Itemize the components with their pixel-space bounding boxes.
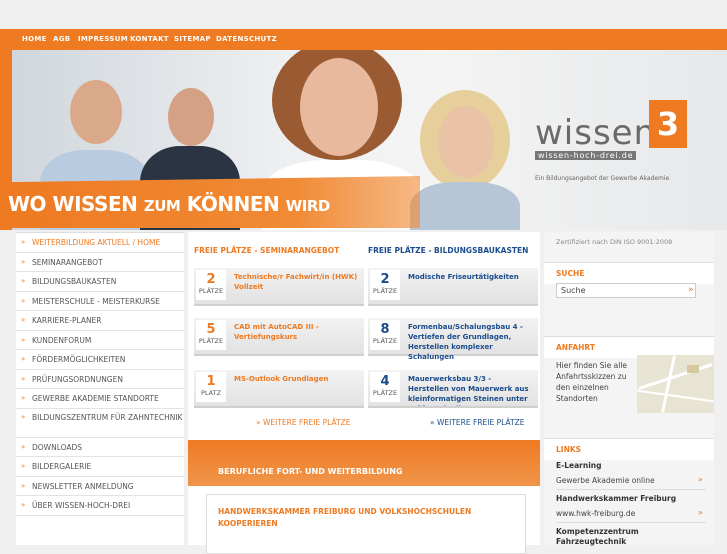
search-input[interactable] (556, 283, 696, 298)
link-hwk-label[interactable]: Handwerkskammer Freiburg (556, 494, 676, 503)
link-elearning-label[interactable]: E-Learning (556, 461, 601, 470)
seats-badge: 2 PLÄTZE (370, 270, 400, 300)
anfahrt-heading: ANFAHRT (556, 343, 595, 352)
nav-item-ueber[interactable]: » ÜBER WISSEN-HOCH-DREI (16, 496, 184, 516)
divider (556, 522, 706, 523)
double-chevron-right-icon: » (21, 355, 26, 363)
nav-item-bildungsbaukasten[interactable]: » BILDUNGSBAUKASTEN (16, 272, 184, 292)
seats-badge: 4 PLÄTZE (370, 372, 400, 402)
seats-badge: 8 PLÄTZE (370, 320, 400, 350)
double-chevron-right-icon: » (21, 442, 26, 451)
double-chevron-right-icon: » (21, 316, 26, 324)
logo-mark: 3 (649, 100, 687, 148)
logo-wordmark[interactable]: wissen (535, 113, 656, 153)
anfahrt-text[interactable]: Hier finden Sie alle Anfahrtsskizzen zu … (556, 360, 640, 404)
baukasten-tile[interactable]: 8 PLÄTZE Formenbau/Schalungsbau 4 - Verti… (368, 318, 538, 361)
nav-item-foerdermoeglichkeiten[interactable]: » FÖRDERMÖGLICHKEITEN (16, 350, 184, 370)
nav-item-kundenforum[interactable]: » KUNDENFORUM (16, 331, 184, 350)
double-chevron-right-icon: » (21, 257, 26, 266)
double-chevron-right-icon: » (21, 277, 26, 285)
seminar-tile[interactable]: 5 PLÄTZE CAD mit AutoCAD III - Vertiefung… (194, 318, 364, 356)
tile-title: Mauerwerksbau 3/3 - Herstellen von Mauer… (408, 375, 529, 406)
search-submit-icon[interactable]: » (688, 285, 694, 295)
links-heading-bar: LINKS (544, 438, 714, 460)
double-chevron-right-icon: » (21, 374, 26, 383)
top-nav: HOME AGB IMPRESSUM KONTAKT SITEMAP DATEN… (0, 29, 727, 50)
nav-item-home[interactable]: » WEITERBILDUNG AKTUELL / HOME (16, 233, 184, 253)
topnav-datenschutz[interactable]: DATENSCHUTZ (216, 35, 277, 43)
link-elearning-url[interactable]: Gewerbe Akademie online (556, 476, 655, 485)
nav-item-standorte[interactable]: » GEWERBE AKADEMIE STANDORTE (16, 389, 184, 409)
nav-item-downloads[interactable]: » DOWNLOADS (16, 438, 184, 457)
topnav-sitemap[interactable]: SITEMAP (174, 35, 211, 43)
double-chevron-right-icon: » (21, 481, 26, 490)
divider (556, 489, 706, 490)
tile-title: Technische/r Fachwirt/in (HWK) Vollzeit (234, 273, 358, 291)
seats-badge: 5 PLÄTZE (196, 320, 226, 350)
section-band (188, 440, 540, 486)
nav-item-bildergalerie[interactable]: » BILDERGALERIE (16, 457, 184, 477)
double-chevron-right-icon: » (21, 335, 26, 344)
seats-badge: 2 PLÄTZE (196, 270, 226, 300)
double-chevron-right-icon: » (21, 412, 26, 421)
nav-item-karriere-planer[interactable]: » KARRIERE-PLANER (16, 311, 184, 331)
logo-tagline: Ein Bildungsangebot der Gewerbe Akademie (535, 175, 670, 182)
seminar-tile[interactable]: 1 PLATZ MS-Outlook Grundlagen (194, 370, 364, 408)
tile-title: Modische Friseurtätigkeiten (408, 273, 519, 281)
baukasten-heading: FREIE PLÄTZE - BILDUNGSBAUKASTEN (368, 246, 529, 255)
nav-item-newsletter[interactable]: » NEWSLETTER ANMELDUNG (16, 477, 184, 496)
double-chevron-right-icon: » (256, 418, 263, 427)
search-heading: SUCHE (556, 269, 585, 278)
double-chevron-right-icon[interactable]: » (698, 508, 703, 517)
double-chevron-right-icon: » (430, 418, 437, 427)
nav-item-seminarangebot[interactable]: » SEMINARANGEBOT (16, 253, 184, 272)
tile-title: CAD mit AutoCAD III - Vertiefungskurs (234, 323, 319, 341)
double-chevron-right-icon[interactable]: » (698, 475, 703, 484)
double-chevron-right-icon: » (21, 394, 26, 402)
link-kompetenzzentrum-label[interactable]: Kompetenzzentrum Fahrzeugtechnik (556, 527, 706, 547)
search-heading-bar: SUCHE (544, 262, 714, 284)
links-heading: LINKS (556, 445, 582, 454)
nav-item-pruefungsordnungen[interactable]: » PRÜFUNGSORDNUNGEN (16, 370, 184, 389)
seminar-tile[interactable]: 2 PLÄTZE Technische/r Fachwirt/in (HWK) V… (194, 268, 364, 306)
double-chevron-right-icon: » (21, 296, 26, 305)
double-chevron-right-icon: » (21, 238, 26, 246)
topnav-agb[interactable]: AGB (53, 35, 70, 43)
news-title[interactable]: HANDWERKSKAMMER FREIBURG UND VOLKSHOCHSC… (218, 506, 478, 530)
tile-title: MS-Outlook Grundlagen (234, 375, 329, 383)
main-content: FREIE PLÄTZE - SEMINARANGEBOT FREIE PLÄT… (188, 232, 540, 554)
logo-url: wissen-hoch-drei.de (535, 151, 637, 160)
double-chevron-right-icon: » (21, 501, 26, 509)
topnav-impressum[interactable]: IMPRESSUM (78, 35, 128, 43)
nav-item-zahntechnik[interactable]: » BILDUNGSZENTRUM FÜR ZAHNTECHNIK (16, 409, 184, 438)
left-navigation: » WEITERBILDUNG AKTUELL / HOME » SEMINARAN… (16, 232, 184, 545)
nav-item-meisterschule[interactable]: » MEISTERSCHULE - MEISTERKURSE (16, 292, 184, 311)
more-baukasten-link[interactable]: » WEITERE FREIE PLÄTZE (430, 418, 524, 427)
topnav-home[interactable]: HOME (22, 35, 47, 43)
section-title: BERUFLICHE FORT- UND WEITERBILDUNG (218, 467, 403, 476)
hero-slogan: WO WISSEN ZUM KÖNNEN WIRD (8, 192, 330, 216)
double-chevron-right-icon: » (21, 462, 26, 470)
baukasten-tile[interactable]: 4 PLÄTZE Mauerwerksbau 3/3 - Herstellen v… (368, 370, 538, 408)
topnav-kontakt[interactable]: KONTAKT (130, 35, 169, 43)
seminar-heading: FREIE PLÄTZE - SEMINARANGEBOT (194, 246, 340, 255)
more-seminar-link[interactable]: » WEITERE FREIE PLÄTZE (256, 418, 350, 427)
tile-title: Formenbau/Schalungsbau 4 - Vertiefen der… (408, 323, 523, 361)
certification-note: Zertifiziert nach DIN ISO 9001:2008 (556, 238, 673, 246)
link-hwk-url[interactable]: www.hwk-freiburg.de (556, 509, 635, 518)
map-thumbnail[interactable] (637, 355, 714, 413)
seats-badge: 1 PLATZ (196, 372, 226, 402)
baukasten-tile[interactable]: 2 PLÄTZE Modische Friseurtätigkeiten (368, 268, 538, 306)
